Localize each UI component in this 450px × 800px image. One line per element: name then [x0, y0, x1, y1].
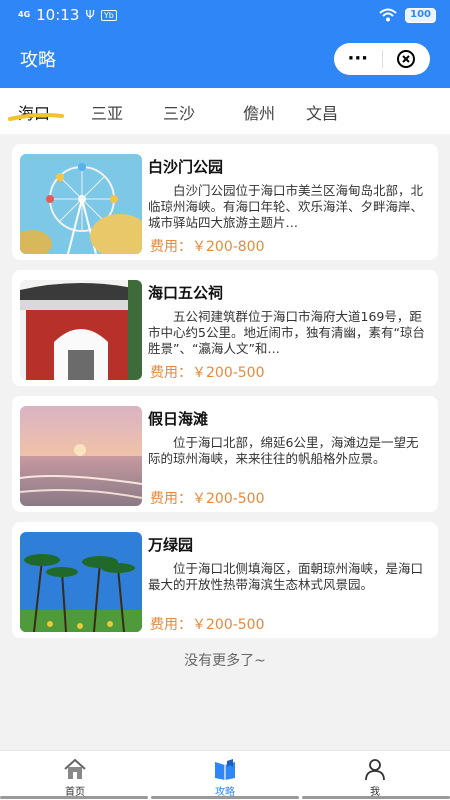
- mini-program-capsule: ···: [334, 43, 430, 75]
- city-tabs: 海口 三亚 三沙 儋州 文昌: [0, 88, 450, 134]
- spot-description: 位于海口北部，绵延6公里，海滩边是一望无际的琼州海峡，来来往往的帆船格外应景。: [148, 435, 419, 466]
- battery-indicator: 100: [405, 7, 436, 23]
- spot-card[interactable]: 白沙门公园 白沙门公园位于海口市美兰区海甸岛北部，北临琼州海峡。有海口年轮、欢乐…: [12, 144, 438, 260]
- tab-sanya[interactable]: 三亚: [91, 100, 123, 124]
- spot-price: 费用：￥200-500: [150, 617, 265, 633]
- tab-wenchang[interactable]: 文昌: [306, 100, 338, 124]
- tabbar-me[interactable]: 我: [300, 751, 450, 800]
- spot-card[interactable]: 万绿园 位于海口北侧填海区，面朝琼州海峡，是海口最大的开放性热带海滨生态林式风景…: [12, 522, 438, 638]
- spot-description: 位于海口北侧填海区，面朝琼州海峡，是海口最大的开放性热带海滨生态林式风景园。: [148, 561, 424, 592]
- notification-badge: Yb: [100, 9, 117, 21]
- spot-price: 费用：￥200-800: [150, 239, 265, 255]
- wifi-icon: [379, 8, 397, 22]
- spot-price: 费用：￥200-500: [150, 365, 265, 381]
- status-bar: 4G 10:13 Ψ Yb 100: [0, 0, 450, 30]
- nav-indicator: [151, 796, 299, 799]
- spot-name: 假日海滩: [148, 410, 209, 428]
- spot-thumbnail: [20, 406, 142, 506]
- network-indicator: 4G: [18, 10, 31, 19]
- book-icon: [215, 759, 235, 780]
- close-button[interactable]: [382, 49, 430, 69]
- spot-card[interactable]: 假日海滩 位于海口北部，绵延6公里，海滩边是一望无际的琼州海峡，来来往往的帆船格…: [12, 396, 438, 512]
- usb-icon: Ψ: [85, 8, 95, 22]
- tabbar-home[interactable]: 首页: [0, 751, 150, 800]
- nav-indicator: [302, 796, 450, 799]
- spot-name: 白沙门公园: [148, 158, 224, 176]
- spot-description: 五公祠建筑群位于海口市海府大道169号，距市中心约5公里。地近闹市，独有清幽，素…: [148, 309, 425, 356]
- home-icon: [64, 758, 86, 779]
- spot-thumbnail: [20, 532, 142, 632]
- spot-thumbnail: [20, 280, 142, 380]
- spot-thumbnail: [20, 154, 142, 254]
- spot-name: 万绿园: [148, 536, 194, 554]
- spot-name: 海口五公祠: [148, 284, 224, 302]
- tab-danzhou[interactable]: 儋州: [243, 100, 275, 124]
- spot-price: 费用：￥200-500: [150, 491, 265, 507]
- status-time: 10:13: [36, 6, 80, 24]
- spot-description: 白沙门公园位于海口市美兰区海甸岛北部，北临琼州海峡。有海口年轮、欢乐海洋、夕畔海…: [148, 183, 424, 230]
- user-icon: [365, 759, 385, 781]
- page-title: 攻略: [20, 50, 56, 71]
- close-icon: [397, 50, 416, 68]
- list-end-message: 没有更多了~: [184, 653, 266, 669]
- tabbar-guide[interactable]: 攻略: [150, 751, 300, 800]
- more-button[interactable]: ···: [334, 50, 382, 68]
- bottom-tabbar: 首页 攻略 我: [0, 750, 450, 800]
- spot-card[interactable]: 海口五公祠 五公祠建筑群位于海口市海府大道169号，距市中心约5公里。地近闹市，…: [12, 270, 438, 386]
- active-tab-indicator: [8, 113, 64, 121]
- nav-indicator: [0, 796, 148, 799]
- tab-sansha[interactable]: 三沙: [163, 100, 195, 124]
- app-header: 攻略 ···: [0, 30, 450, 88]
